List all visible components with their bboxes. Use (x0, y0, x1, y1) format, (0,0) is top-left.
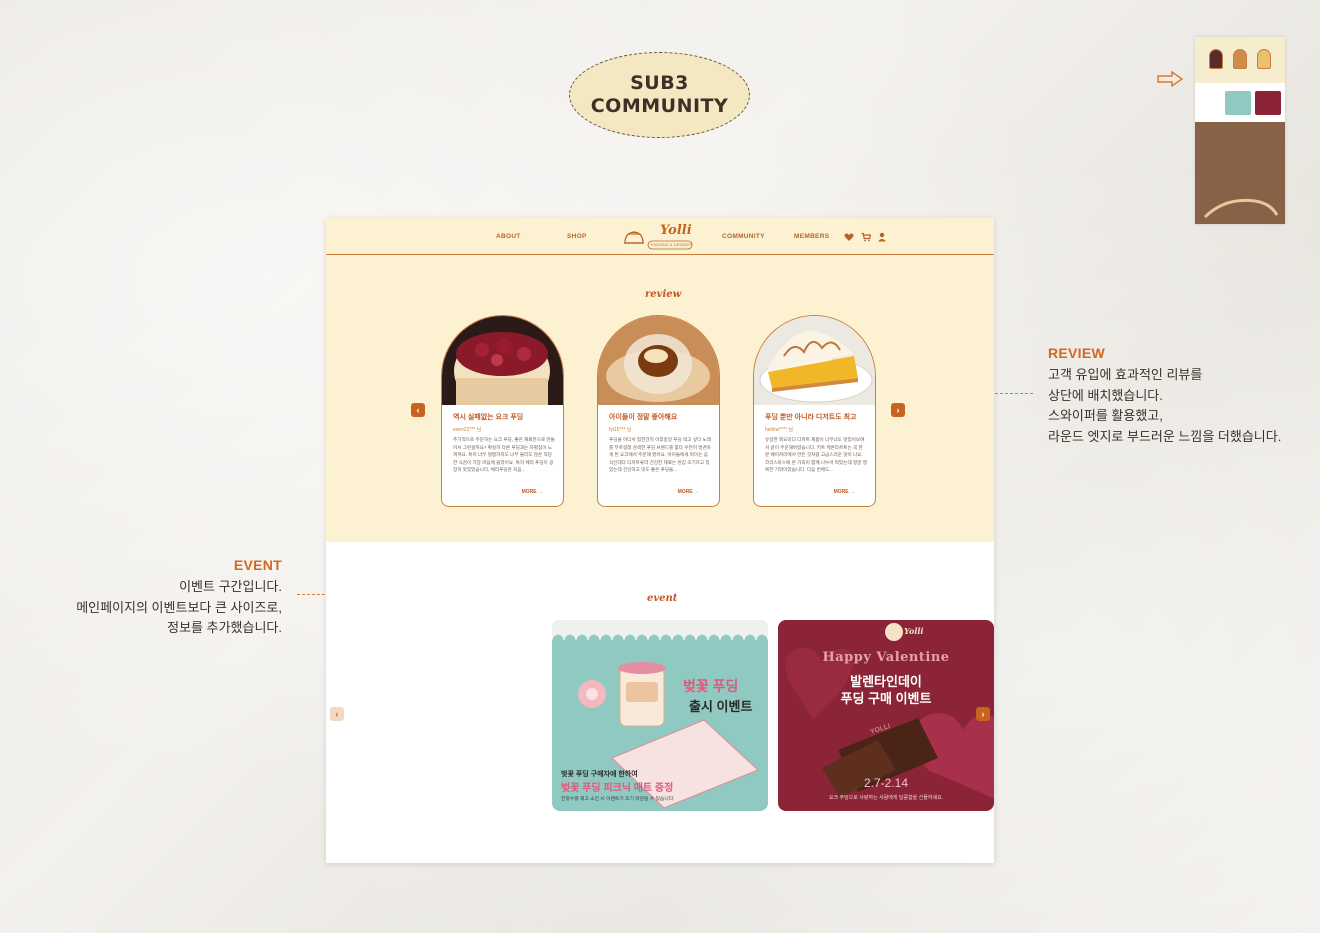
event-annotation-line: 메인페이지의 이벤트보다 큰 사이즈로, (76, 599, 282, 615)
lemon-tart-image (754, 316, 875, 405)
review-card-user: hellow**** 님 (765, 427, 793, 433)
badge-line-1: SUB3 (630, 72, 689, 94)
event-next-button[interactable]: › (976, 707, 990, 721)
valentine-happy-text: Happy Valentine (822, 650, 950, 665)
event-prev-button[interactable]: ‹ (330, 707, 344, 721)
review-card-more-link[interactable]: MORE → (678, 489, 699, 495)
review-card[interactable]: 역시 실패없는 요크 푸딩 even21*** 님 추기적으로 주문하는 요크 … (441, 315, 564, 507)
review-card-user: even21*** 님 (453, 427, 482, 433)
cart-icon[interactable] (861, 232, 871, 242)
caramel-pudding-image (598, 316, 719, 405)
review-card-body: 유일한 회요미디 디저트 제품이 너무너도 맛있어보여서 같이 주문해버렸습니다… (765, 437, 867, 473)
cherry-blossom-event-banner[interactable]: 벚꽃 푸딩 출시 이벤트 벚꽃 푸딩 구매자에 한하여 벚꽃 푸딩 피크닉 매트… (552, 620, 768, 811)
review-annotation: REVIEW 고객 유입에 효과적인 리뷰를 상단에 배치했습니다. 스와이퍼를… (1048, 345, 1281, 447)
review-annotation-heading: REVIEW (1048, 345, 1106, 361)
nav-about[interactable]: ABOUT (496, 233, 521, 240)
website-mockup: ABOUT SHOP Yolli PUDDING & DESSERT COMMU… (326, 218, 994, 863)
nav-shop[interactable]: SHOP (567, 233, 587, 240)
review-card-title: 푸딩 뿐만 아니라 디저트도 최고 (765, 414, 857, 421)
cherry-event-gift: 벚꽃 푸딩 피크닉 매트 증정 (561, 783, 674, 794)
review-card-user: fyi15*** 님 (609, 427, 632, 433)
cherry-pudding-image (442, 316, 563, 405)
review-card-title: 아이들이 정말 좋아해요 (609, 414, 678, 421)
event-annotation-line: 정보를 추가했습니다. (167, 620, 282, 635)
cherry-event-condition: 벚꽃 푸딩 구매자에 한하여 (561, 771, 638, 778)
brand-logo-subtext: PUDDING & DESSERT (651, 243, 693, 247)
review-card-more-link[interactable]: MORE → (834, 489, 855, 495)
valentine-title-line-2: 푸딩 구매 이벤트 (840, 691, 932, 706)
heart-icon[interactable] (844, 232, 854, 242)
event-annotation-line: 이벤트 구간입니다. (179, 579, 282, 594)
badge-line-2: COMMUNITY (590, 95, 729, 117)
valentine-date: 2.7-2.14 (863, 776, 909, 790)
review-card-body: 푸딩을 어디서 접한건지 아후중일 푸딩 먹고 싶다 노래를 부르길래 검색한 … (609, 437, 711, 473)
user-icon[interactable] (877, 232, 887, 242)
event-annotation-heading: EVENT (233, 557, 282, 573)
review-annotation-line: 라운드 엣지로 부드러운 느낌을 더했습니다. (1048, 428, 1282, 444)
review-section-title: review (645, 289, 682, 300)
brand-logo-text: Yolli (660, 223, 692, 238)
event-section-title: event (647, 593, 678, 604)
nav-community[interactable]: COMMUNITY (722, 233, 765, 240)
valentine-note: 요크 푸딩으로 사랑하는 사람에게 달콤함을 선물하세요. (828, 795, 944, 801)
cherry-event-title: 벚꽃 푸딩 (683, 678, 739, 694)
review-card-title: 역시 실패없는 요크 푸딩 (453, 414, 524, 421)
valentine-event-banner[interactable]: Yolli Happy Valentine 발렌타인데이 푸딩 구매 이벤트 Y… (778, 620, 994, 811)
brand-logo[interactable]: Yolli PUDDING & DESSERT (622, 221, 694, 253)
review-card-body: 추기적으로 주문하는 요크 푸딩, 좋은 재료만으로 만들어서 그런걸까요? 확… (453, 437, 555, 473)
review-annotation-line: 상단에 배치했습니다. (1048, 387, 1163, 403)
review-card[interactable]: 아이들이 정말 좋아해요 fyi15*** 님 푸딩을 어디서 접한건지 아후중… (597, 315, 720, 507)
nav-members[interactable]: MEMBERS (794, 233, 829, 240)
page-title-badge: SUB3 COMMUNITY (569, 52, 750, 138)
review-annotation-line: 고객 유입에 효과적인 리뷰를 (1048, 367, 1203, 382)
top-nav: ABOUT SHOP Yolli PUDDING & DESSERT COMMU… (326, 218, 994, 255)
review-card-more-link[interactable]: MORE → (522, 489, 543, 495)
event-annotation: EVENT 이벤트 구간입니다. 메인페이지의 이벤트보다 큰 사이즈로, 정보… (76, 557, 282, 639)
cherry-event-notice: 한정수량 재고 소진 시 이벤트가 조기 마감될 수 있습니다. (561, 797, 675, 802)
review-prev-button[interactable]: ‹ (411, 403, 425, 417)
page-thumbnail (1195, 37, 1285, 224)
review-annotation-line: 스와이퍼를 활용했고, (1048, 408, 1163, 423)
valentine-brand: Yolli (904, 626, 924, 636)
review-card[interactable]: 푸딩 뿐만 아니라 디저트도 최고 hellow**** 님 유일한 회요미디 … (753, 315, 876, 507)
review-next-button[interactable]: › (891, 403, 905, 417)
right-arrow-icon (1157, 71, 1183, 87)
cherry-event-subtitle: 출시 이벤트 (689, 699, 753, 714)
